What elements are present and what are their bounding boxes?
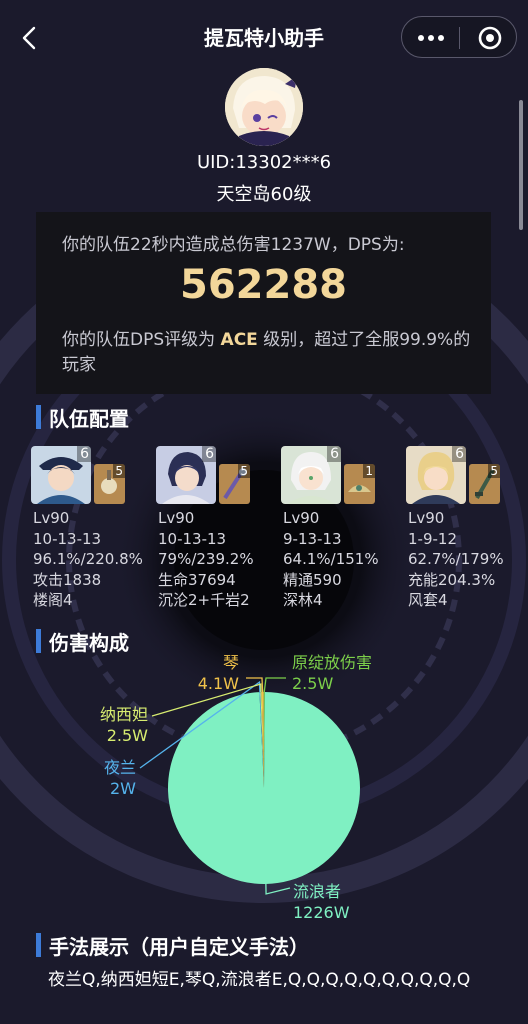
member-level: Lv90 bbox=[33, 509, 70, 527]
character-portrait: 6 bbox=[406, 446, 466, 504]
member-talents: 10-13-13 bbox=[158, 529, 227, 548]
character-portrait: 6 bbox=[156, 446, 216, 504]
member-stats: Lv90 9-13-13 64.1%/151% 精通590 深林4 bbox=[283, 508, 379, 611]
pie-label-yelan: 夜兰 2W bbox=[88, 757, 136, 799]
member-level: Lv90 bbox=[158, 509, 195, 527]
team-section-title: 队伍配置 bbox=[49, 406, 129, 431]
pie-label-bloom: 原绽放伤害 2.5W bbox=[292, 652, 372, 694]
pie-label-value: 1226W bbox=[293, 903, 350, 922]
constellation-badge: 6 bbox=[452, 446, 466, 462]
dps-summary: 你的队伍22秒内造成总伤害1237W，DPS为: bbox=[62, 235, 405, 255]
constellation-badge: 6 bbox=[327, 446, 341, 462]
pie-label-value: 2.5W bbox=[106, 726, 148, 745]
member-artifacts: 深林4 bbox=[283, 591, 323, 609]
pie-label-name: 夜兰 bbox=[103, 758, 136, 777]
pie-label-value: 4.1W bbox=[197, 674, 239, 693]
pie-leader-jean bbox=[246, 677, 264, 693]
member-main-stat: 精通590 bbox=[283, 570, 342, 589]
character-portrait: 6 bbox=[31, 446, 91, 504]
technique-section-header: 手法展示（用户自定义手法） bbox=[36, 932, 309, 959]
member-main-stat: 攻击1838 bbox=[33, 570, 102, 589]
dps-card: 你的队伍22秒内造成总伤害1237W，DPS为: 562288 你的队伍DPS评… bbox=[36, 212, 491, 394]
section-accent-bar bbox=[36, 405, 41, 429]
constellation-badge: 6 bbox=[77, 446, 91, 462]
pie-label-name: 流浪者 bbox=[293, 882, 342, 901]
uid-text: UID:13302***6 bbox=[196, 152, 332, 173]
member-artifacts: 风套4 bbox=[408, 591, 448, 609]
member-artifacts: 楼阁4 bbox=[33, 591, 73, 609]
member-talents: 9-13-13 bbox=[283, 529, 342, 548]
technique-section-title: 手法展示（用户自定义手法） bbox=[49, 934, 309, 959]
world-level-text: 天空岛60级 bbox=[216, 184, 312, 205]
character-portrait: 6 bbox=[281, 446, 341, 504]
capsule-divider bbox=[459, 27, 460, 49]
pie-slice-3 bbox=[261, 692, 264, 788]
damage-section-title: 伤害构成 bbox=[49, 630, 129, 655]
combo-text: 夜兰Q,纳西妲短E,琴Q,流浪者E,Q,Q,Q,Q,Q,Q,Q,Q,Q,Q bbox=[48, 970, 471, 990]
weapon-icon: 5 bbox=[219, 464, 250, 504]
mini-program-capsule bbox=[401, 16, 517, 58]
weapon-icon: 1 bbox=[344, 464, 375, 504]
member-main-stat: 生命37694 bbox=[158, 570, 236, 589]
refinement-badge: 5 bbox=[488, 464, 500, 478]
member-level: Lv90 bbox=[283, 509, 320, 527]
target-circle-icon[interactable] bbox=[476, 24, 504, 52]
dps-rating: 你的队伍DPS评级为 ACE 级别，超过了全服99.9%的玩家 bbox=[62, 328, 482, 378]
pie-label-value: 2W bbox=[110, 779, 136, 798]
section-accent-bar bbox=[36, 629, 41, 653]
avatar bbox=[225, 68, 303, 146]
member-artifacts: 沉沦2+千岩2 bbox=[158, 591, 250, 609]
pie-slice-0 bbox=[168, 692, 361, 884]
pie-label-wanderer: 流浪者 1226W bbox=[293, 881, 350, 923]
member-crit: 64.1%/151% bbox=[283, 550, 379, 568]
member-crit: 96.1%/220.8% bbox=[33, 550, 143, 568]
member-crit: 62.7%/179% bbox=[408, 550, 504, 568]
refinement-badge: 5 bbox=[113, 464, 125, 478]
refinement-badge: 1 bbox=[363, 464, 375, 478]
dps-value: 562288 bbox=[180, 262, 347, 308]
weapon-icon: 5 bbox=[469, 464, 500, 504]
pie-label-nahida: 纳西妲 2.5W bbox=[88, 704, 148, 746]
more-dots-icon[interactable] bbox=[416, 27, 446, 49]
pie-slice-2 bbox=[260, 692, 264, 788]
member-stats: Lv90 1-9-12 62.7%/179% 充能204.3% 风套4 bbox=[408, 508, 504, 611]
damage-section-header: 伤害构成 bbox=[36, 628, 129, 655]
member-stats: Lv90 10-13-13 96.1%/220.8% 攻击1838 楼阁4 bbox=[33, 508, 143, 611]
member-level: Lv90 bbox=[408, 509, 445, 527]
pie-label-value: 2.5W bbox=[292, 674, 334, 693]
member-main-stat: 充能204.3% bbox=[408, 570, 496, 589]
member-stats: Lv90 10-13-13 79%/239.2% 生命37694 沉沦2+千岩2 bbox=[158, 508, 254, 611]
pie-label-name: 原绽放伤害 bbox=[292, 653, 373, 672]
pie-leader-bloom bbox=[263, 677, 286, 693]
weapon-icon: 5 bbox=[94, 464, 125, 504]
pie-label-name: 琴 bbox=[222, 653, 239, 672]
pie-label-name: 纳西妲 bbox=[99, 705, 148, 724]
team-section-header: 队伍配置 bbox=[36, 404, 129, 431]
dps-rating-grade: ACE bbox=[220, 330, 258, 350]
section-accent-bar bbox=[36, 933, 41, 957]
member-crit: 79%/239.2% bbox=[158, 550, 254, 568]
dps-rating-prefix: 你的队伍DPS评级为 bbox=[62, 330, 221, 350]
pie-slice-4 bbox=[263, 692, 265, 788]
member-talents: 10-13-13 bbox=[33, 529, 102, 548]
pie-slice-1 bbox=[259, 692, 264, 788]
pie-leader-yelan bbox=[139, 680, 261, 769]
refinement-badge: 5 bbox=[238, 464, 250, 478]
constellation-badge: 6 bbox=[202, 446, 216, 462]
pie-label-jean: 琴 4.1W bbox=[191, 652, 239, 694]
pie-leader-wanderer bbox=[265, 881, 291, 895]
member-talents: 1-9-12 bbox=[408, 529, 457, 548]
